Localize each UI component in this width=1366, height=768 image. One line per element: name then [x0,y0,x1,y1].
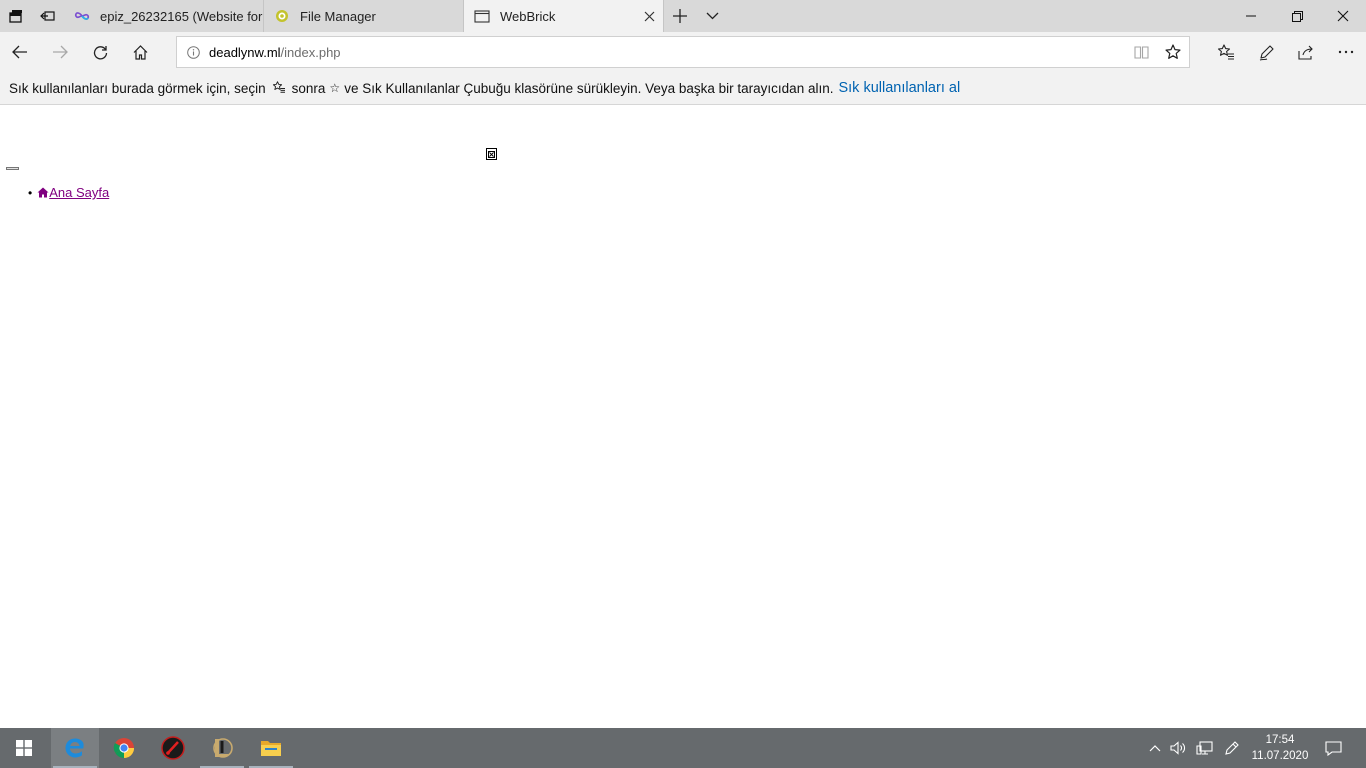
taskbar-edge[interactable] [51,728,99,768]
taskbar-file-explorer[interactable] [247,728,295,768]
start-button[interactable] [0,728,48,768]
minimize-icon [1246,15,1256,17]
url-path: /index.php [280,44,341,60]
clock-time: 17:54 [1265,734,1295,746]
speaker-icon [1170,741,1185,755]
address-bar[interactable]: deadlynw.ml/index.php [176,36,1190,68]
import-favorites-link[interactable]: Sık kullanılanları al [838,80,960,96]
chevron-down-icon [706,12,718,20]
reading-view-button[interactable] [1125,37,1157,67]
pen-workspace-icon [1224,740,1239,755]
favorites-hint-text: sonra [291,80,326,96]
taskbar-chrome[interactable] [100,728,148,768]
book-icon [1133,45,1149,59]
web-page: • Ana Sayfa [0,105,1366,728]
star-icon [1165,44,1181,59]
taskbar-league[interactable] [198,728,246,768]
network-icon [1195,740,1213,755]
taskbar-app-red[interactable] [149,728,197,768]
url-domain: deadlynw.ml [209,44,281,60]
plus-icon [673,9,687,23]
favorites-hint-text: Sık kullanılanları burada görmek için, s… [9,80,266,96]
infinity-icon [74,8,90,24]
close-tab-button[interactable] [635,0,663,32]
set-aside-tabs-button[interactable] [0,0,32,32]
home-button[interactable] [120,36,160,68]
share-icon [1297,45,1313,60]
arrow-left-icon [12,45,27,59]
close-icon [644,11,654,21]
folder-icon [261,741,281,756]
refresh-button[interactable] [80,36,120,68]
home-link[interactable]: Ana Sayfa [37,185,109,200]
action-center-button[interactable] [1318,728,1348,768]
clock[interactable]: 17:54 11.07.2020 [1246,732,1314,764]
favorites-bar-hint: Sık kullanılanları burada görmek için, s… [0,72,1366,105]
restore-button[interactable] [1274,0,1320,32]
more-menu-button[interactable] [1326,36,1366,68]
refresh-icon [93,45,107,59]
menu-toggle-button[interactable] [6,167,19,170]
tab-bar: epiz_26232165 (Website for File Manager … [0,0,1366,32]
share-button[interactable] [1286,36,1326,68]
home-icon [133,44,147,60]
broken-image-icon [486,148,497,160]
edge-icon [65,738,84,758]
network-button[interactable] [1192,728,1216,768]
tab-preview-button[interactable] [696,0,728,32]
tabs-set-aside-button[interactable] [32,0,64,32]
forward-button[interactable] [40,36,80,68]
minimize-button[interactable] [1228,0,1274,32]
tab-label: epiz_26232165 (Website for [100,8,263,24]
chevron-up-icon [1149,744,1161,751]
info-icon[interactable] [177,37,209,67]
home-link-label: Ana Sayfa [49,185,110,200]
gauge-app-icon [161,736,185,760]
windows-icon [16,740,32,756]
volume-button[interactable] [1167,728,1189,768]
notification-icon [1324,740,1342,756]
favorites-list-icon [272,80,286,96]
pen-icon [1259,44,1274,61]
add-favorite-button[interactable] [1157,37,1189,67]
star-icon: ☆ [329,81,341,95]
tab-webbrick[interactable]: WebBrick [464,0,664,32]
favorites-list-icon [1217,44,1234,60]
file-manager-icon [274,8,290,24]
favorites-button[interactable] [1206,36,1246,68]
favorites-hint-text: ve Sık Kullanılanlar Çubuğu klasörüne sü… [344,80,834,96]
close-window-button[interactable] [1320,0,1366,32]
clock-date: 11.07.2020 [1251,750,1309,762]
tab-label: WebBrick [500,8,556,24]
tab-file-manager[interactable]: File Manager [264,0,464,32]
add-notes-button[interactable] [1246,36,1286,68]
tabs-aside-icon [9,10,22,23]
arrow-right-icon [53,45,68,59]
list-item: • Ana Sayfa [28,185,109,200]
url-text[interactable]: deadlynw.ml/index.php [209,45,1125,60]
tab-label: File Manager [300,8,376,24]
back-button[interactable] [0,36,40,68]
tabs-restore-icon [40,11,55,21]
taskbar: 17:54 11.07.2020 [0,728,1366,768]
new-tab-button[interactable] [664,0,696,32]
navigation-bar: deadlynw.ml/index.php [0,32,1366,72]
page-icon [474,8,490,24]
restore-icon [1291,10,1303,22]
chrome-icon [113,738,135,759]
pen-workspace-button[interactable] [1219,728,1243,768]
nav-menu: • Ana Sayfa [28,185,109,200]
league-icon [213,738,233,758]
ellipsis-icon [1338,50,1354,54]
close-icon [1337,10,1349,22]
tab-epiz[interactable]: epiz_26232165 (Website for [64,0,264,32]
home-icon [37,187,49,198]
show-hidden-icons-button[interactable] [1144,728,1166,768]
list-bullet: • [28,185,33,200]
